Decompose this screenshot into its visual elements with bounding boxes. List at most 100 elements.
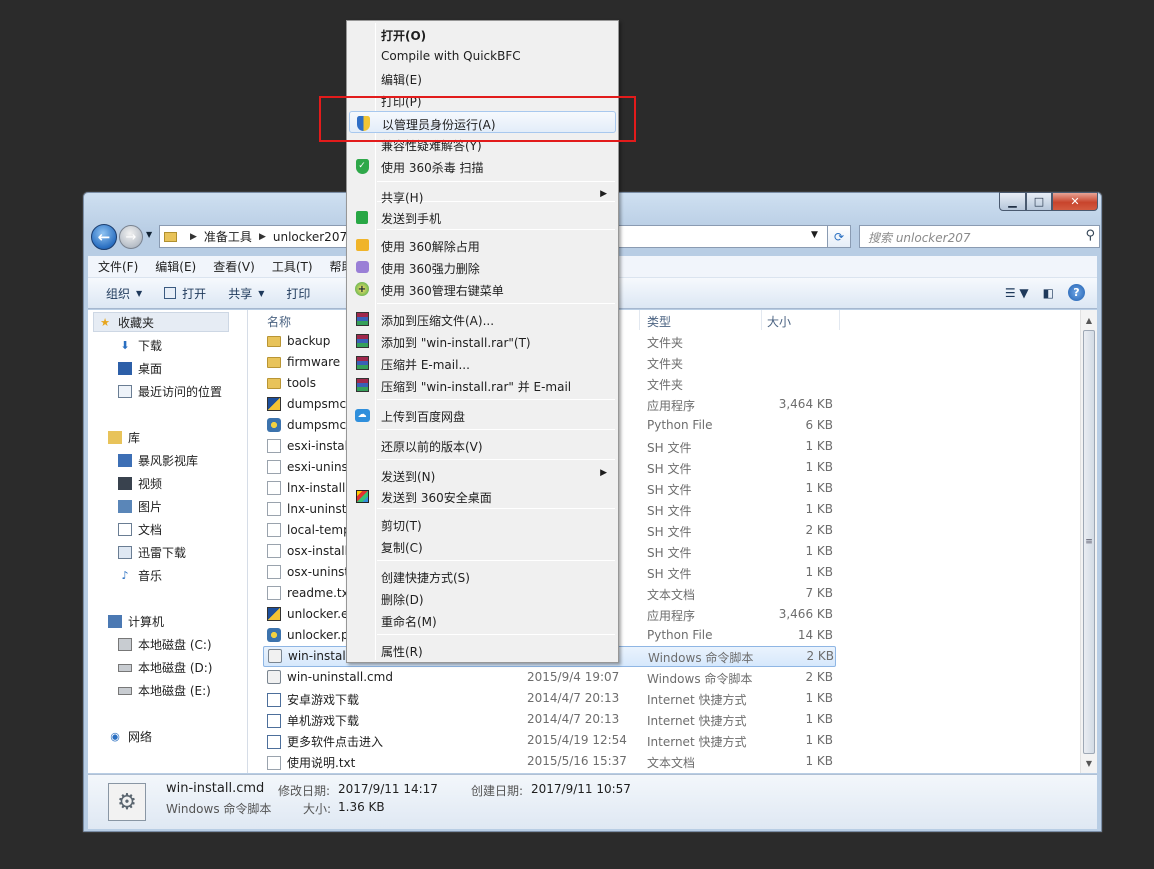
nav-item-library[interactable]: 视频	[118, 475, 162, 492]
breadcrumb-item[interactable]: unlocker207	[273, 230, 347, 244]
nav-computer[interactable]: 计算机	[108, 613, 164, 630]
file-date: 2014/4/7 20:13	[527, 712, 620, 726]
refresh-button[interactable]: ⟳	[827, 225, 851, 248]
context-menu-item[interactable]: 添加到 "win-install.rar"(T)	[349, 330, 616, 352]
scroll-down-icon[interactable]: ▼	[1081, 755, 1097, 771]
search-input[interactable]: 搜索 unlocker207 ⚲	[859, 225, 1100, 248]
context-menu-item[interactable]: 使用 360解除占用	[349, 234, 616, 256]
nav-item-library[interactable]: 图片	[118, 498, 162, 515]
column-header-type[interactable]: 类型	[647, 313, 671, 330]
file-row[interactable]: 安卓游戏下载 2014/4/7 20:13 Internet 快捷方式 1 KB	[249, 688, 849, 709]
nav-item-desktop[interactable]: 桌面	[118, 360, 162, 377]
context-menu-item[interactable]: 发送到(N) ▶	[349, 464, 616, 486]
file-row[interactable]: 更多软件点击进入 2015/4/19 12:54 Internet 快捷方式 1 KB	[249, 730, 849, 751]
context-menu-item[interactable]: 压缩并 E-mail...	[349, 352, 616, 374]
nav-item-drive-e[interactable]: 本地磁盘 (E:)	[118, 682, 211, 699]
context-menu-item[interactable]: 发送到手机	[349, 206, 616, 228]
vertical-scrollbar[interactable]: ▲ ≡ ▼	[1080, 310, 1097, 773]
nav-item-library[interactable]: 暴风影视库	[118, 452, 198, 469]
context-menu-item[interactable]: + 使用 360管理右键菜单	[349, 278, 616, 300]
context-menu-item[interactable]: 添加到压缩文件(A)...	[349, 308, 616, 330]
file-row[interactable]: 使用说明.txt 2015/5/16 15:37 文本文档 1 KB	[249, 751, 849, 772]
context-menu-item[interactable]: 共享(H) ▶	[349, 185, 616, 207]
nav-item-drive-d[interactable]: 本地磁盘 (D:)	[118, 659, 212, 676]
column-divider[interactable]	[761, 310, 762, 330]
scroll-up-icon[interactable]: ▲	[1081, 312, 1097, 328]
star-icon: ★	[100, 315, 110, 329]
context-menu-item[interactable]: 重命名(M)	[349, 609, 616, 631]
file-size: 1 KB	[805, 565, 833, 579]
context-menu-item[interactable]: 属性(R)	[349, 639, 616, 661]
details-size: 1.36 KB	[338, 800, 385, 814]
column-header-name[interactable]: 名称	[267, 313, 291, 330]
context-menu-item[interactable]: 还原以前的版本(V)	[349, 434, 616, 456]
context-menu-item[interactable]: 删除(D)	[349, 587, 616, 609]
file-row[interactable]: 单机游戏下载 2014/4/7 20:13 Internet 快捷方式 1 KB	[249, 709, 849, 730]
recent-pages-dropdown[interactable]: ▼	[146, 230, 152, 239]
file-name-cell: firmware	[267, 355, 340, 369]
context-menu-item[interactable]: 发送到 360安全桌面	[349, 485, 616, 507]
view-details-icon[interactable]: ☰ ▼	[1005, 286, 1029, 300]
context-menu-item[interactable]: ☁ 上传到百度网盘	[349, 404, 616, 426]
scrollbar-thumb[interactable]: ≡	[1083, 330, 1095, 754]
print-button[interactable]: 打印	[286, 285, 310, 302]
context-menu-item[interactable]: 剪切(T)	[349, 513, 616, 535]
file-type: 文本文档	[647, 756, 696, 770]
chevron-right-icon[interactable]: ▶	[259, 232, 266, 242]
menu-view[interactable]: 查看(V)	[213, 258, 255, 275]
open-button[interactable]: 打开	[164, 285, 206, 302]
context-menu-item[interactable]: 打开(O)	[349, 23, 616, 45]
context-menu-item[interactable]: 编辑(E)	[349, 67, 616, 89]
search-icon[interactable]: ⚲	[1085, 228, 1095, 243]
share-button[interactable]: 共享 ▼	[228, 285, 264, 302]
help-icon[interactable]: ?	[1068, 284, 1085, 301]
nav-item-library[interactable]: 文档	[118, 521, 162, 538]
address-dropdown-icon[interactable]: ▼	[811, 230, 818, 240]
details-pane: ⚙ win-install.cmd Windows 命令脚本 修改日期: 201…	[88, 774, 1097, 829]
column-header-size[interactable]: 大小	[767, 313, 791, 330]
file-icon	[267, 502, 281, 516]
breadcrumb-item[interactable]: 准备工具	[204, 228, 252, 245]
column-divider[interactable]	[839, 310, 840, 330]
preview-pane-icon[interactable]: ◧	[1043, 286, 1054, 300]
nav-item-recent[interactable]: 最近访问的位置	[118, 383, 222, 400]
nav-item-drive-c[interactable]: 本地磁盘 (C:)	[118, 636, 212, 653]
file-size: 1 KB	[805, 733, 833, 747]
forward-button[interactable]: →	[119, 225, 143, 249]
back-button[interactable]: ←	[91, 224, 117, 250]
nav-item-library[interactable]: 迅雷下载	[118, 544, 186, 561]
file-icon	[267, 544, 281, 558]
file-size: 1 KB	[805, 460, 833, 474]
share-label: 共享	[228, 286, 253, 301]
context-menu-item[interactable]: 使用 360强力删除	[349, 256, 616, 278]
submenu-arrow-icon: ▶	[600, 468, 607, 478]
chevron-right-icon[interactable]: ▶	[190, 232, 197, 242]
menu-file[interactable]: 文件(F)	[98, 258, 138, 275]
file-size: 1 KB	[805, 544, 833, 558]
context-menu-item[interactable]: 创建快捷方式(S)	[349, 565, 616, 587]
nav-network[interactable]: ◉ 网络	[108, 728, 152, 745]
nav-item-downloads[interactable]: ⬇ 下载	[118, 337, 162, 354]
file-date: 2015/5/16 15:37	[527, 754, 627, 768]
menu-item-label: 上传到百度网盘	[381, 410, 466, 424]
minimize-button[interactable]: ▁	[999, 192, 1026, 211]
nav-libraries[interactable]: 库	[108, 429, 140, 446]
column-divider[interactable]	[639, 310, 640, 330]
nav-favorites[interactable]: ★ 收藏夹	[93, 312, 229, 332]
context-menu-item[interactable]: 复制(C)	[349, 535, 616, 557]
menu-item-label: 使用 360管理右键菜单	[381, 284, 504, 298]
highlight-box	[319, 96, 636, 142]
file-icon	[267, 460, 281, 474]
menu-edit[interactable]: 编辑(E)	[155, 258, 196, 275]
menu-tools[interactable]: 工具(T)	[272, 258, 313, 275]
close-button[interactable]: ✕	[1052, 192, 1098, 211]
menu-item-label: 发送到 360安全桌面	[381, 491, 492, 505]
file-name: backup	[287, 334, 331, 348]
context-menu-item[interactable]: Compile with QuickBFC	[349, 45, 616, 67]
organize-button[interactable]: 组织 ▼	[106, 285, 142, 302]
file-row[interactable]: win-uninstall.cmd 2015/9/4 19:07 Windows 命…	[249, 667, 849, 688]
context-menu-item[interactable]: ✓ 使用 360杀毒 扫描	[349, 155, 616, 177]
context-menu-item[interactable]: 压缩到 "win-install.rar" 并 E-mail	[349, 374, 616, 396]
nav-item-library[interactable]: ♪ 音乐	[118, 567, 162, 584]
maximize-button[interactable]: □	[1026, 192, 1052, 211]
